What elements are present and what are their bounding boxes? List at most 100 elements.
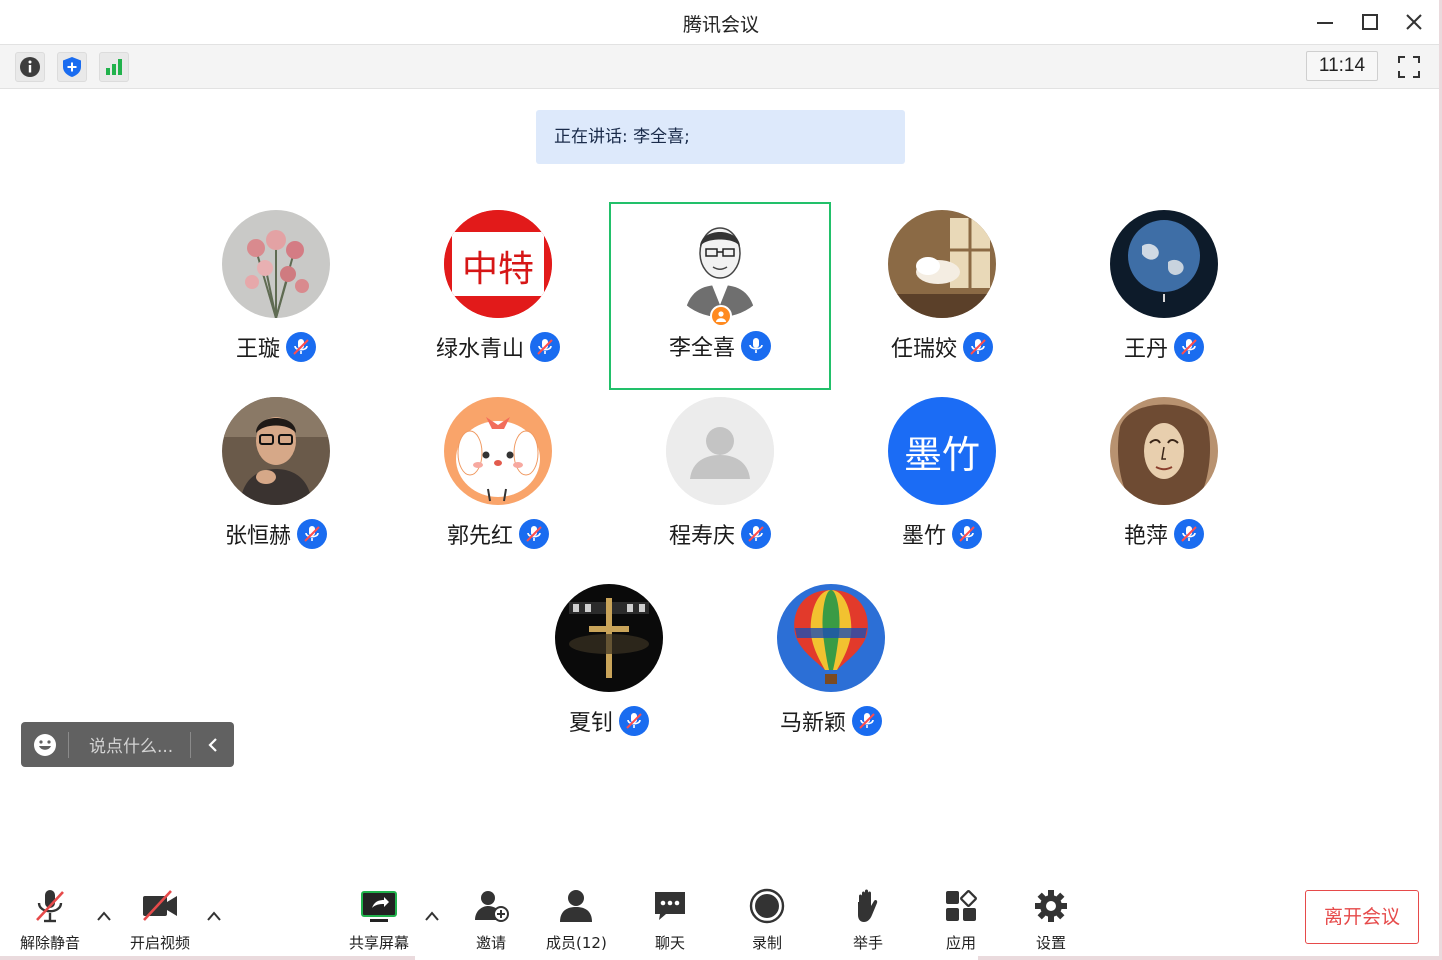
minimize-button[interactable] — [1310, 8, 1340, 36]
participant-name: 郭先红 — [446, 524, 513, 549]
chevron-left-icon — [207, 737, 217, 752]
chat-button[interactable]: 聊天 — [650, 886, 690, 953]
avatar — [1110, 210, 1218, 318]
earth-avatar-image — [1110, 210, 1218, 318]
mic-muted-icon — [741, 519, 771, 549]
bottom-edge — [0, 956, 1442, 960]
participant-name: 王璇 — [235, 337, 280, 362]
participant-tile[interactable]: 任瑞姣 — [831, 203, 1053, 393]
video-off-icon — [140, 886, 180, 926]
avatar — [555, 584, 663, 692]
participant-name: 李全喜 — [668, 336, 735, 361]
art-portrait-avatar-image — [1110, 397, 1218, 505]
maximize-icon — [1362, 14, 1378, 30]
hot-air-balloon-avatar-image — [777, 584, 885, 692]
close-icon — [1406, 14, 1422, 30]
network-status-button[interactable] — [99, 52, 129, 82]
person-photo-avatar-image — [222, 397, 330, 505]
host-icon — [710, 305, 732, 327]
mic-muted-icon — [530, 332, 560, 362]
record-button[interactable]: 录制 — [747, 886, 787, 953]
participant-name: 任瑞姣 — [890, 337, 957, 362]
start-video-button[interactable]: 开启视频 — [130, 886, 190, 953]
shield-icon — [63, 57, 81, 77]
participant-tile[interactable]: 艳萍 — [1053, 390, 1275, 580]
avatar — [777, 584, 885, 692]
mic-muted-icon — [519, 519, 549, 549]
participant-name: 墨竹 — [901, 524, 946, 549]
emoji-button[interactable] — [21, 731, 69, 758]
collapse-chat-button[interactable] — [190, 731, 234, 758]
chat-input[interactable]: 说点什么... — [69, 732, 190, 757]
participant-tile[interactable]: 郭先红 — [387, 390, 609, 580]
mic-on-icon — [741, 331, 771, 361]
participant-name: 张恒赫 — [224, 524, 291, 549]
share-options-button[interactable] — [422, 908, 442, 924]
apps-button[interactable]: 应用 — [941, 886, 981, 953]
mic-muted-icon — [852, 706, 882, 736]
participant-tile[interactable]: 马新颖 — [720, 577, 942, 767]
cloud-room-avatar-image — [888, 210, 996, 318]
window-title: 腾讯会议 — [682, 14, 759, 36]
smiley-icon — [33, 733, 56, 756]
avatar — [666, 209, 774, 317]
cross-stage-avatar-image — [555, 584, 663, 692]
chevron-up-icon — [207, 911, 221, 921]
avatar — [222, 210, 330, 318]
meeting-info-button[interactable] — [15, 52, 45, 82]
chat-bubble-icon — [650, 886, 690, 926]
participant-tile[interactable]: 王丹 — [1053, 203, 1275, 393]
mic-muted-icon — [963, 332, 993, 362]
mic-muted-icon — [297, 519, 327, 549]
avatar — [1110, 397, 1218, 505]
flowers-avatar-image — [222, 210, 330, 318]
participant-tile[interactable]: 程寿庆 — [609, 390, 831, 580]
mic-muted-icon — [619, 706, 649, 736]
participant-name: 夏钊 — [568, 711, 613, 736]
participant-name: 绿水青山 — [435, 337, 524, 362]
avatar-text: 中特 — [461, 249, 534, 290]
participant-tile-active[interactable]: 李全喜 — [609, 202, 831, 390]
gear-icon — [1031, 886, 1071, 926]
audio-options-button[interactable] — [94, 908, 114, 924]
close-button[interactable] — [1399, 8, 1429, 36]
participant-name: 王丹 — [1123, 337, 1168, 362]
settings-button[interactable]: 设置 — [1031, 886, 1071, 953]
share-screen-button[interactable]: 共享屏幕 — [349, 886, 409, 953]
mic-muted-icon — [952, 519, 982, 549]
fullscreen-button[interactable] — [1394, 53, 1424, 81]
raise-hand-button[interactable]: 举手 — [848, 886, 888, 953]
avatar — [222, 397, 330, 505]
sketch-portrait-avatar-image — [666, 209, 774, 317]
title-bar: 腾讯会议 — [0, 0, 1442, 44]
participant-tile[interactable]: 张恒赫 — [165, 390, 387, 580]
mic-muted-icon — [1174, 332, 1204, 362]
mic-muted-icon — [286, 332, 316, 362]
avatar — [888, 210, 996, 318]
participant-name: 马新颖 — [779, 711, 846, 736]
signal-bars-icon — [106, 59, 122, 75]
maximize-button[interactable] — [1355, 8, 1385, 36]
participant-name: 程寿庆 — [668, 524, 735, 549]
mic-muted-icon — [30, 886, 70, 926]
add-user-icon — [471, 886, 511, 926]
participant-name: 艳萍 — [1123, 524, 1168, 549]
avatar: 墨竹 — [888, 397, 996, 505]
share-screen-icon — [359, 886, 399, 926]
participant-tile[interactable]: 墨竹 墨竹 — [831, 390, 1053, 580]
quick-chat-box[interactable]: 说点什么... — [21, 722, 234, 767]
active-speaker-banner: 正在讲话: 李全喜; — [536, 110, 905, 164]
invite-button[interactable]: 邀请 — [471, 886, 511, 953]
video-options-button[interactable] — [204, 908, 224, 924]
hand-icon — [848, 886, 888, 926]
participant-tile[interactable]: 夏钊 — [498, 577, 720, 767]
participant-tile[interactable]: 中特 绿水青山 — [387, 203, 609, 393]
apps-grid-icon — [941, 886, 981, 926]
members-button[interactable]: 成员(12) — [546, 886, 607, 953]
participant-tile[interactable]: 王璇 — [165, 203, 387, 393]
security-button[interactable] — [57, 52, 87, 82]
leave-meeting-button[interactable]: 离开会议 — [1305, 890, 1419, 944]
default-user-avatar-icon — [666, 397, 774, 505]
unmute-button[interactable]: 解除静音 — [20, 886, 80, 953]
meeting-timer: 11:14 — [1306, 51, 1378, 81]
